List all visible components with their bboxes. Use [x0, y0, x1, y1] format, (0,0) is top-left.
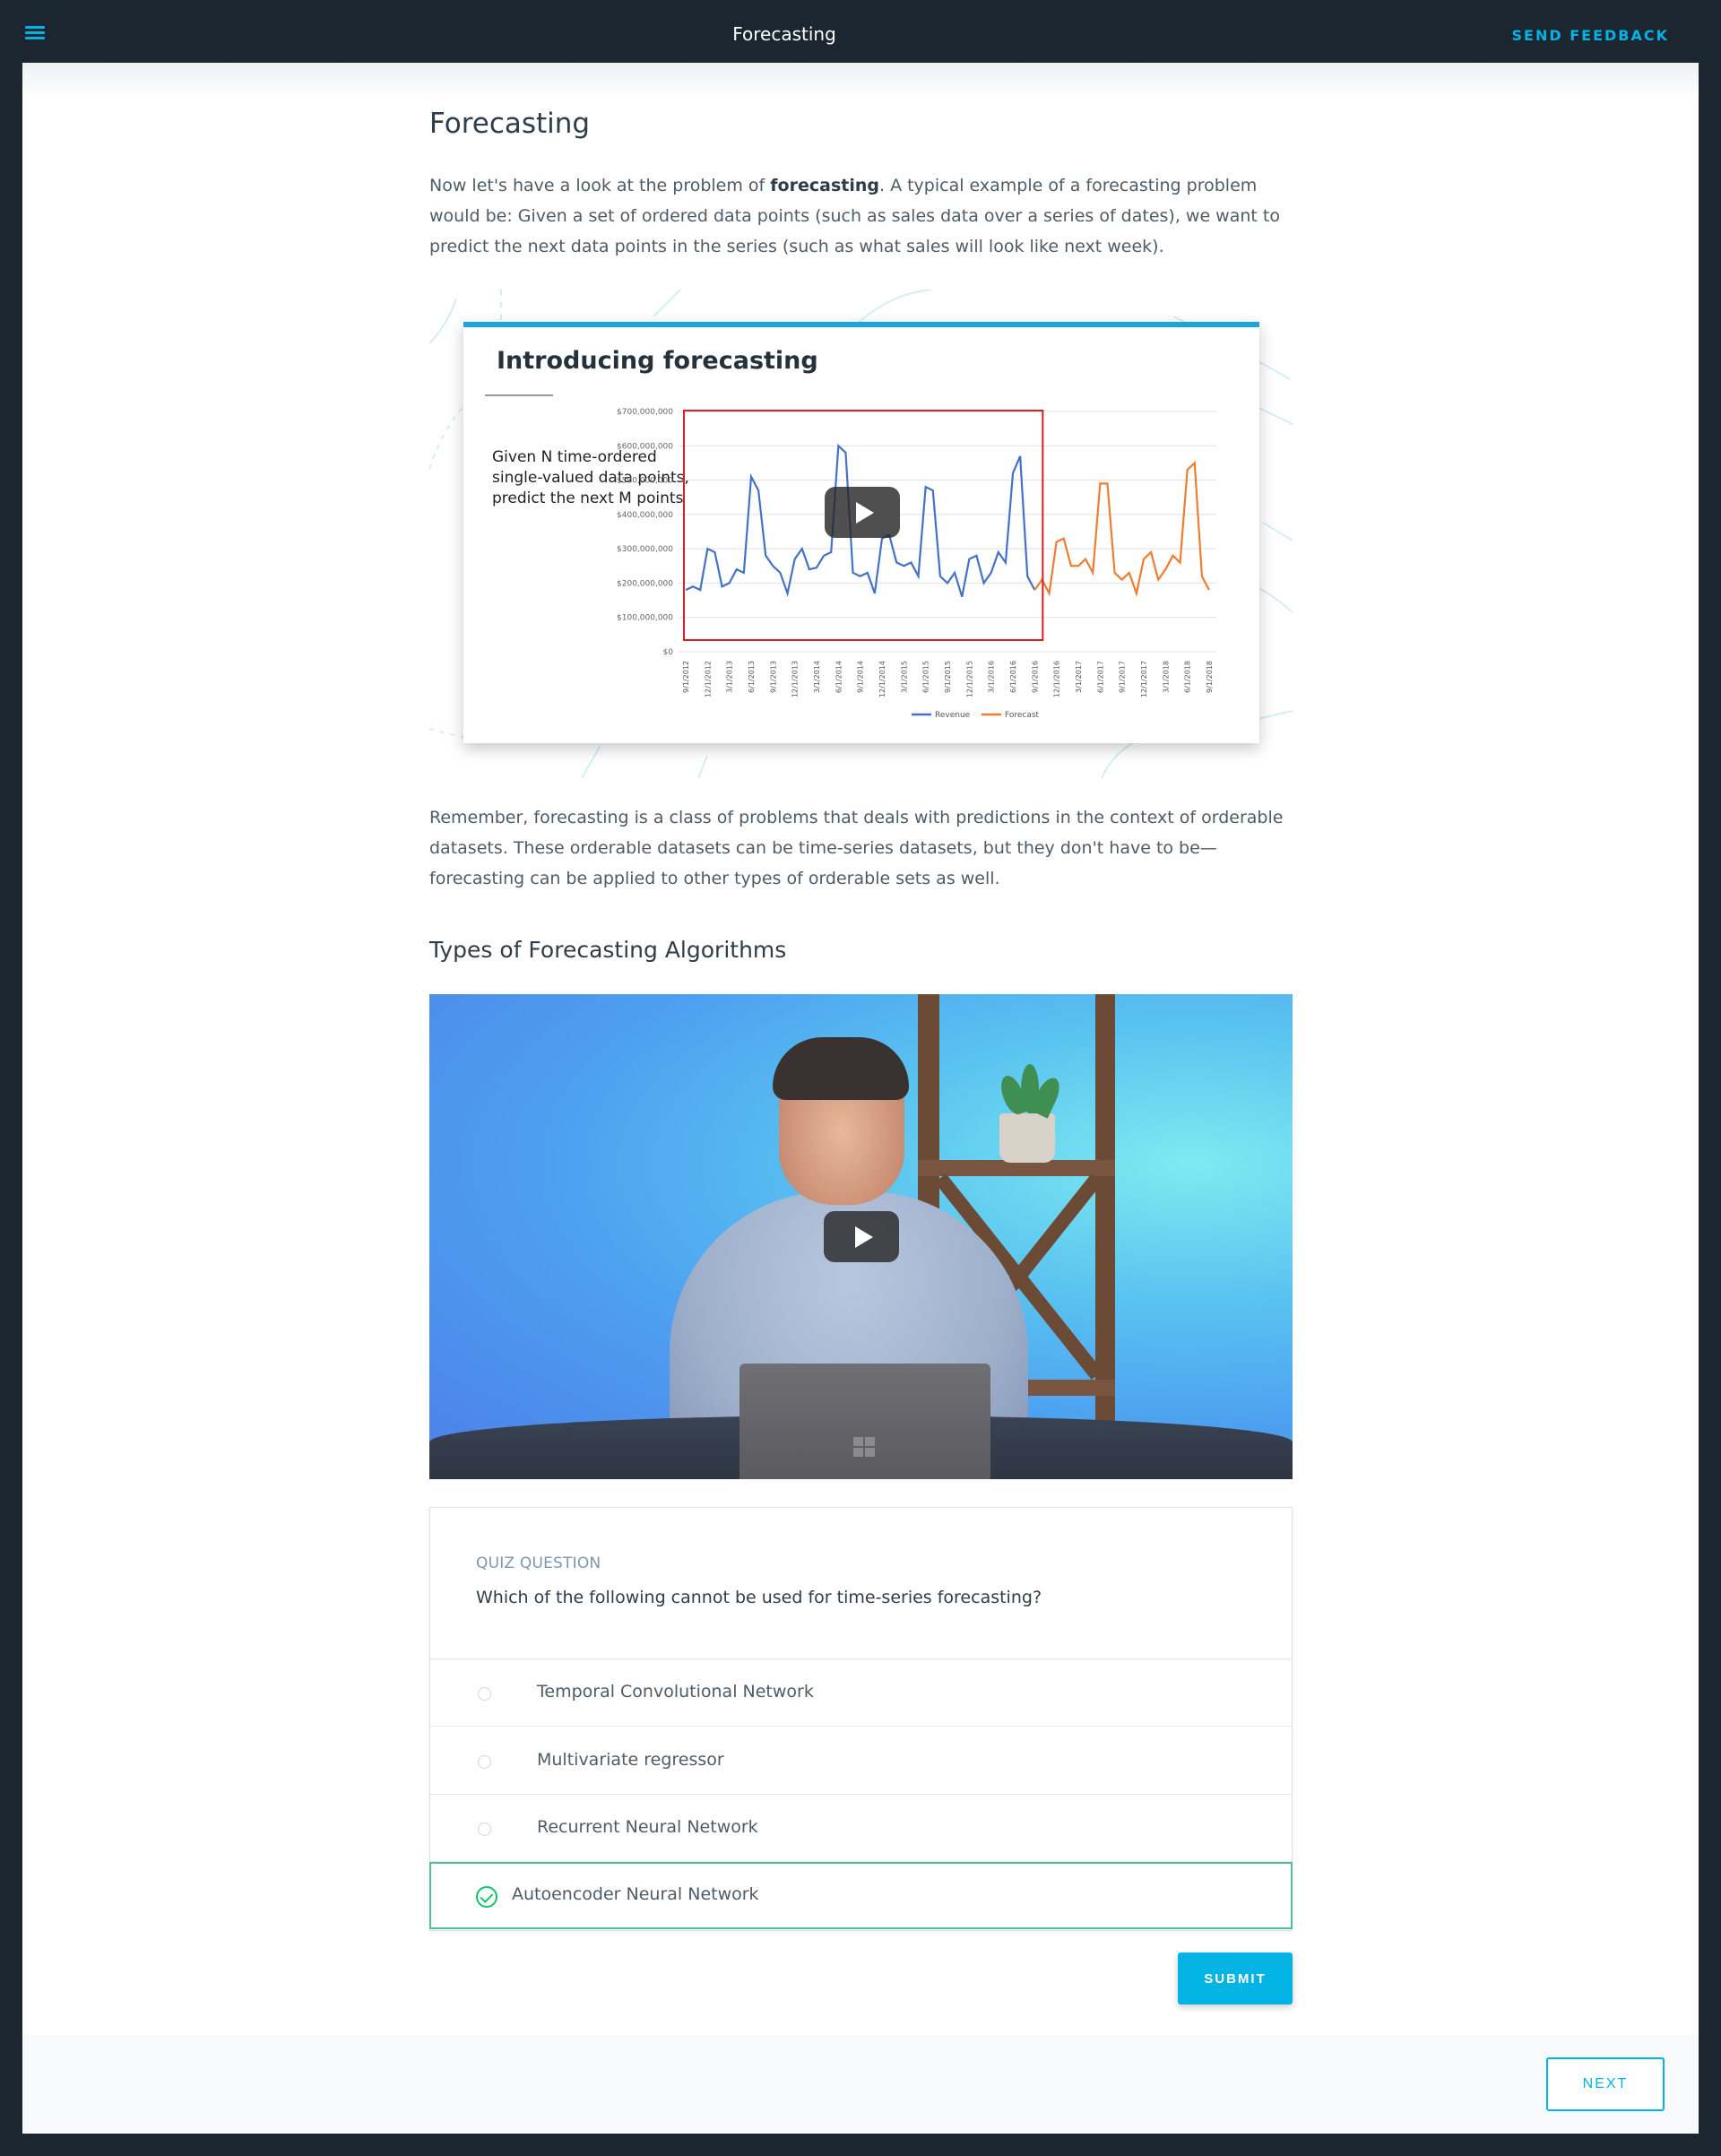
checkmark-circle-icon [476, 1886, 497, 1908]
chart-x-tick-label: 12/1/2015 [965, 661, 973, 697]
quiz-option-label: Autoencoder Neural Network [512, 1884, 759, 1904]
chart-x-tick-label: 3/1/2013 [726, 661, 734, 693]
chart-y-tick-label: $100,000,000 [617, 614, 673, 623]
forecasting-term: forecasting [770, 176, 879, 195]
video-play-button[interactable] [824, 1211, 899, 1262]
chart-x-tick-label: 3/1/2018 [1162, 661, 1170, 693]
play-icon [856, 502, 874, 524]
chart-x-tick-label: 3/1/2016 [988, 661, 996, 693]
chart-y-tick-label: $700,000,000 [617, 408, 673, 417]
quiz-option-label: Temporal Convolutional Network [537, 1682, 814, 1701]
chart-x-tick-label: 12/1/2012 [704, 661, 712, 697]
chart-x-tick-label: 12/1/2013 [791, 661, 800, 697]
chart-x-tick-label: 9/1/2015 [944, 661, 952, 693]
plant-pot [999, 1113, 1055, 1163]
slide-video-thumbnail[interactable]: Introducing forecasting Given N time-ord… [429, 290, 1293, 778]
quiz-option-label: Recurrent Neural Network [537, 1817, 758, 1837]
chart-x-tick-label: 12/1/2017 [1140, 661, 1148, 697]
chart-x-tick-label: 6/1/2015 [922, 661, 930, 693]
chart-x-tick-label: 9/1/2017 [1119, 661, 1127, 693]
submit-button[interactable]: SUBMIT [1178, 1953, 1293, 2004]
chart-y-tick-label: $400,000,000 [617, 511, 673, 520]
lesson-footer: NEXT [22, 2035, 1699, 2134]
windows-logo-icon [853, 1437, 875, 1457]
chart-x-tick-label: 3/1/2017 [1075, 661, 1083, 693]
next-button[interactable]: NEXT [1546, 2057, 1665, 2111]
laptop [739, 1364, 990, 1479]
radio-button[interactable] [478, 1687, 491, 1701]
radio-button[interactable] [478, 1755, 491, 1769]
chart-x-tick-label: 9/1/2014 [857, 661, 865, 693]
chart-x-tick-label: 6/1/2014 [835, 661, 843, 693]
chart-x-tick-label: 9/1/2018 [1206, 661, 1214, 693]
chart-x-tick-label: 6/1/2017 [1096, 661, 1104, 693]
chart-x-tick-label: 12/1/2014 [878, 661, 886, 697]
quiz-option-selected[interactable]: Autoencoder Neural Network [429, 1862, 1293, 1929]
quiz-card: QUIZ QUESTION Which of the following can… [429, 1507, 1293, 1931]
chart-x-tick-label: 9/1/2012 [682, 661, 690, 693]
slide-play-button[interactable] [825, 487, 900, 538]
chart-x-tick-label: 6/1/2016 [1009, 661, 1017, 693]
radio-button[interactable] [478, 1823, 491, 1836]
legend-label: Forecast [1005, 711, 1040, 720]
lecture-video[interactable] [429, 994, 1293, 1479]
quiz-option[interactable]: Recurrent Neural Network [430, 1795, 1292, 1862]
chart-x-tick-label: 3/1/2015 [900, 661, 908, 693]
quiz-label: QUIZ QUESTION [476, 1554, 601, 1572]
lesson-content: Forecasting Now let's have a look at the… [22, 63, 1699, 2134]
remember-paragraph: Remember, forecasting is a class of prob… [429, 808, 1284, 888]
chart-x-tick-label: 9/1/2016 [1031, 661, 1039, 693]
send-feedback-link[interactable]: SEND FEEDBACK [1512, 27, 1669, 44]
chart-y-tick-label: $200,000,000 [617, 579, 673, 588]
quiz-option-label: Multivariate regressor [537, 1750, 724, 1770]
chart-x-tick-label: 6/1/2018 [1184, 661, 1192, 693]
chart-y-tick-label: $600,000,000 [617, 442, 673, 451]
quiz-option[interactable]: Multivariate regressor [430, 1727, 1292, 1795]
presenter-hair [773, 1037, 909, 1100]
chart-y-tick-label: $300,000,000 [617, 545, 673, 554]
chart-y-tick-label: $0 [663, 648, 674, 657]
quiz-question: Which of the following cannot be used fo… [476, 1588, 1042, 1607]
chart-x-tick-label: 12/1/2016 [1053, 661, 1061, 697]
chart-x-tick-label: 9/1/2013 [769, 661, 777, 693]
play-icon [855, 1226, 873, 1248]
page-title: Forecasting [732, 23, 836, 45]
lesson-heading: Forecasting [429, 108, 591, 140]
chart-x-tick-label: 6/1/2013 [748, 661, 756, 693]
intro-paragraph: Now let's have a look at the problem of … [429, 176, 1280, 256]
top-navigation-bar: Forecasting SEND FEEDBACK [0, 0, 1721, 63]
chart-x-tick-label: 3/1/2014 [813, 661, 821, 693]
legend-label: Revenue [935, 711, 971, 720]
chart-y-tick-label: $500,000,000 [617, 477, 673, 486]
quiz-option[interactable]: Temporal Convolutional Network [430, 1659, 1292, 1727]
section-heading: Types of Forecasting Algorithms [429, 937, 787, 963]
forecast-series-line [1033, 461, 1210, 597]
